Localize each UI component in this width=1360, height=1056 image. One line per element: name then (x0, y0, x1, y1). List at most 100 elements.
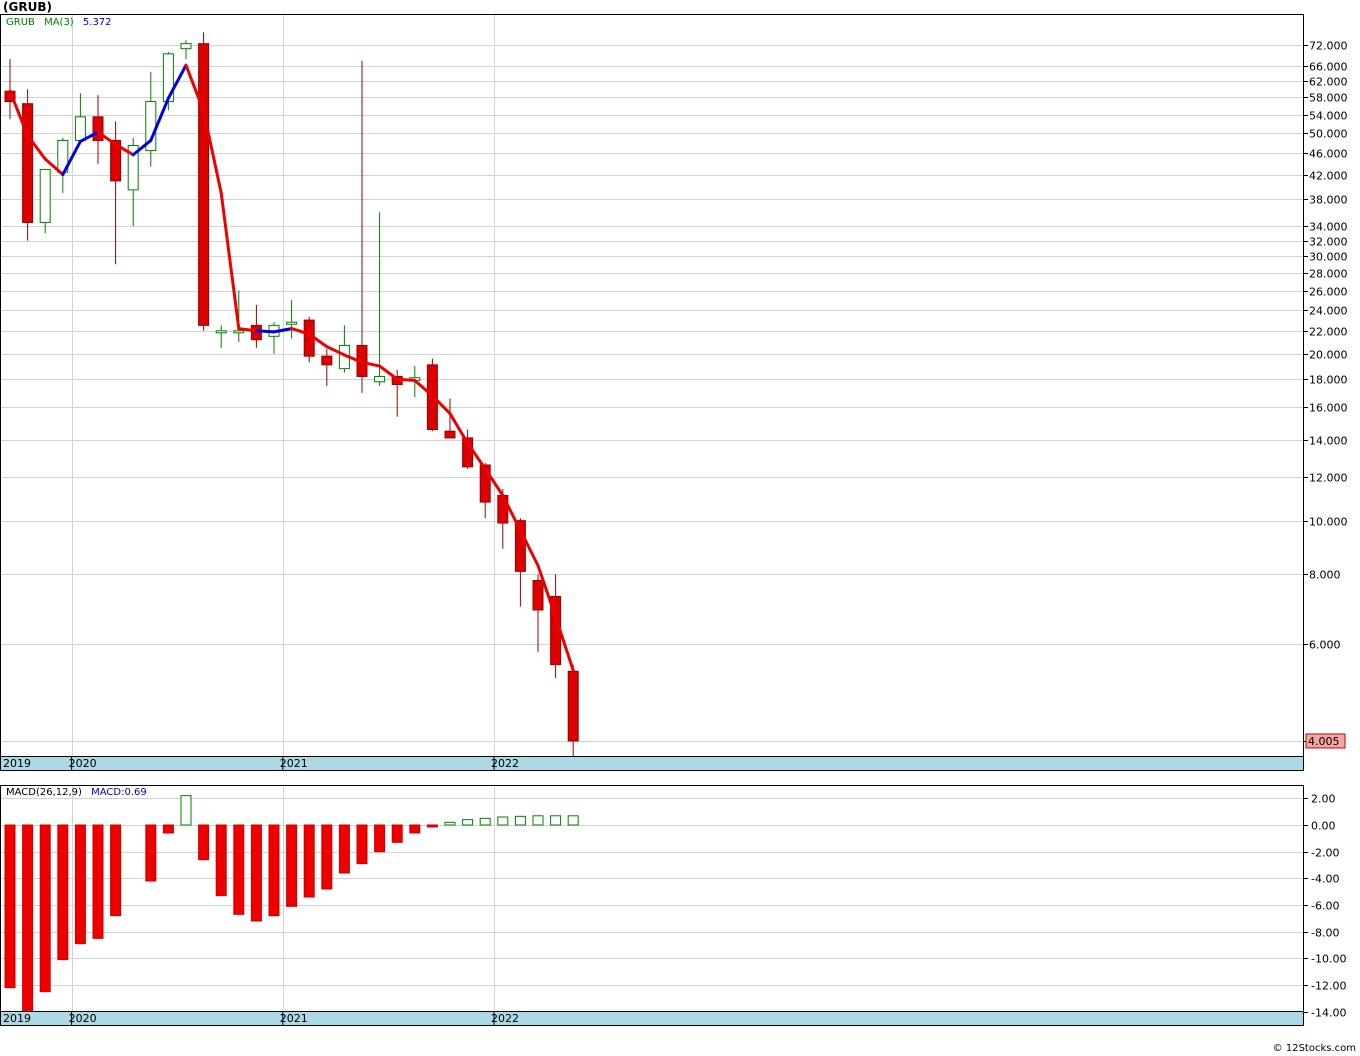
price-tick-label: 18.000 (1309, 374, 1348, 387)
candle-body (567, 670, 579, 742)
macd-bar (250, 824, 262, 922)
macd-y-axis: 2.00 0.00 -2.00 -4.00 -6.00 -8.00 -10.00 -12.00… (1303, 793, 1346, 1020)
price-tick-label: 50.000 (1309, 128, 1348, 141)
candle-body (233, 330, 245, 334)
price-tick-label: 38.000 (1309, 194, 1348, 207)
macd-bar (145, 824, 157, 882)
macd-panel: 2.00 0.00 -2.00 -4.00 -6.00 -8.00 -10.00 -12.00… (0, 785, 1346, 1026)
price-tick-label: 28.000 (1309, 268, 1348, 281)
price-tick-label: 34.000 (1309, 221, 1348, 234)
macd-bar (74, 824, 86, 945)
price-plot-frame (0, 14, 1304, 771)
legend-ma-value: 5.372 (83, 17, 112, 28)
macd-tick-label: -12.00 (1311, 980, 1346, 993)
macd-bar (215, 824, 227, 897)
price-tick-label: 32.000 (1309, 236, 1348, 249)
candle-body (180, 43, 192, 50)
macd-year-label: 2019 (3, 1012, 31, 1025)
price-tick-label: 22.000 (1309, 326, 1348, 339)
price-tick-label: 66.000 (1309, 61, 1348, 74)
macd-bar (321, 824, 333, 890)
price-tick-label: 58.000 (1309, 92, 1348, 105)
macd-bar (286, 824, 298, 907)
macd-bar (338, 824, 350, 874)
price-tick-label: 16.000 (1309, 402, 1348, 415)
price-tick-label: 72.000 (1309, 40, 1348, 53)
candle-body (92, 116, 104, 141)
macd-bar (479, 817, 491, 826)
price-tick-label: 24.000 (1309, 305, 1348, 318)
price-year-label: 2020 (69, 757, 97, 770)
macd-bar (39, 824, 51, 993)
macd-tick-label: -2.00 (1311, 847, 1339, 860)
price-tick-label: 8.000 (1309, 569, 1341, 582)
price-panel: 4.0006.0008.00010.00012.00014.00016.0001… (0, 14, 1348, 771)
price-tick-label: 26.000 (1309, 286, 1348, 299)
price-tick-label: 6.000 (1309, 639, 1341, 652)
last-price-badge: 4.005 (1305, 733, 1346, 749)
macd-bar (4, 824, 16, 989)
macd-year-label: 2021 (280, 1012, 308, 1025)
macd-bar (514, 815, 526, 826)
legend-symbol: GRUB (6, 17, 35, 28)
price-tick-label: 20.000 (1309, 349, 1348, 362)
candle-body (532, 579, 544, 611)
macd-legend: MACD(26,12,9) MACD:0.69 (6, 787, 147, 798)
macd-tick-label: -6.00 (1311, 900, 1339, 913)
legend-ma-label: MA(3) (44, 17, 74, 28)
macd-bar (22, 824, 34, 1021)
price-legend: GRUB MA(3) 5.372 (6, 17, 112, 28)
price-tick-label: 12.000 (1309, 472, 1348, 485)
footer-copyright: © 12Stocks.com (1273, 1043, 1356, 1054)
price-tick-label: 62.000 (1309, 76, 1348, 89)
candle-body (286, 321, 298, 325)
macd-bar (497, 816, 509, 826)
macd-tick-label: -10.00 (1311, 953, 1346, 966)
price-year-label: 2021 (280, 757, 308, 770)
chart-title: (GRUB) (3, 0, 52, 14)
macd-tick-label: -4.00 (1311, 873, 1339, 886)
candle-body (215, 330, 227, 334)
macd-x-axis-band (0, 1011, 1304, 1026)
macd-tick-label: 2.00 (1311, 793, 1336, 806)
macd-bar (180, 795, 192, 826)
macd-bar (162, 824, 174, 834)
macd-bar (303, 824, 315, 898)
price-tick-label: 30.000 (1309, 251, 1348, 264)
macd-bar (426, 824, 438, 828)
macd-tick-label: -8.00 (1311, 927, 1339, 940)
macd-bar (268, 824, 280, 917)
price-x-axis-band (0, 756, 1304, 771)
macd-bar (444, 821, 456, 826)
last-price-label: 4.005 (1308, 735, 1340, 748)
candle-body (22, 103, 34, 223)
price-tick-label: 14.000 (1309, 435, 1348, 448)
macd-bar (374, 824, 386, 853)
macd-bar (550, 815, 562, 826)
macd-bar (532, 815, 544, 826)
candle-body (444, 430, 456, 439)
candle-body (321, 355, 333, 366)
candle-body (374, 375, 386, 383)
macd-legend-label: MACD(26,12,9) (6, 787, 82, 798)
macd-bar (233, 824, 245, 915)
ma-segment (254, 329, 276, 334)
macd-legend-value: MACD:0.69 (91, 787, 147, 798)
price-tick-label: 10.000 (1309, 516, 1348, 529)
price-year-label: 2019 (3, 757, 31, 770)
price-tick-label: 42.000 (1309, 170, 1348, 183)
macd-bar (57, 824, 69, 961)
macd-tick-label: -14.00 (1311, 1007, 1346, 1020)
macd-bar (110, 824, 122, 917)
macd-bar (198, 824, 210, 861)
candle-body (198, 43, 210, 326)
ma-segment (395, 377, 417, 382)
macd-bar (92, 824, 104, 939)
candle-body (250, 324, 262, 341)
macd-bar (567, 815, 579, 826)
candle-body (39, 168, 51, 223)
macd-year-label: 2020 (69, 1012, 97, 1025)
price-tick-label: 46.000 (1309, 148, 1348, 161)
macd-bar (356, 824, 368, 865)
chart-canvas: (GRUB) 4.0006.0008.00010.00012.00014.000… (0, 0, 1356, 1054)
